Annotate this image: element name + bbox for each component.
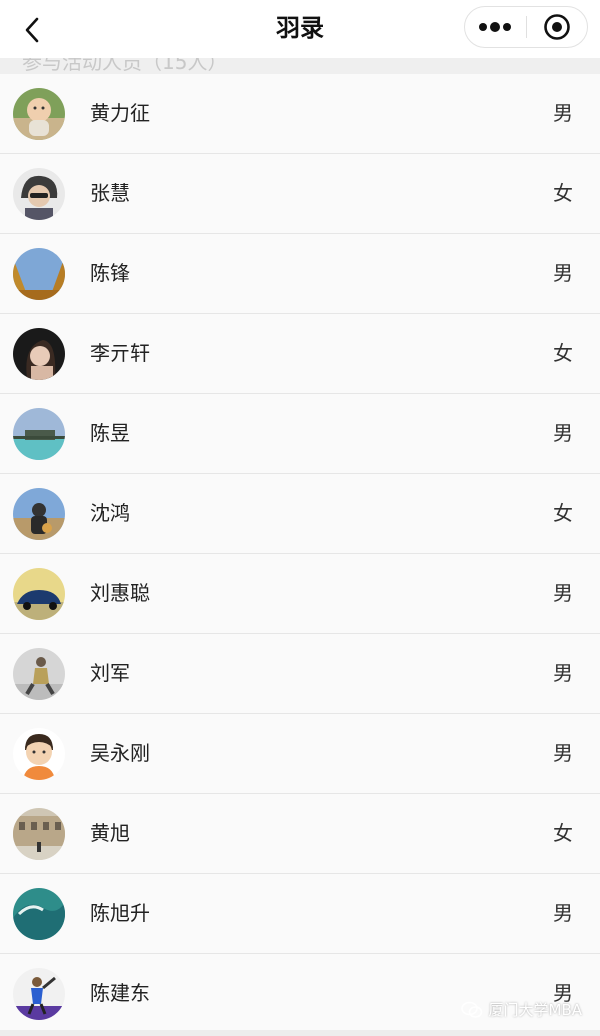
member-name: 黄力征: [90, 101, 150, 125]
watermark-text: 厦门大学MBA: [488, 1001, 583, 1019]
member-name: 陈昱: [90, 421, 130, 445]
member-name: 陈建东: [90, 981, 150, 1005]
member-name: 陈旭升: [90, 901, 150, 925]
member-list: 黄力征 男 张慧 女 陈锋 男 李亓轩 女 陈昱 男 沈鸿 女 刘惠聪 男 刘军…: [0, 74, 600, 1034]
list-item[interactable]: 沈鸿 女: [0, 474, 600, 554]
list-item[interactable]: 刘惠聪 男: [0, 554, 600, 634]
member-gender: 男: [553, 101, 573, 125]
more-dots-icon: [479, 22, 512, 32]
list-item[interactable]: 张慧 女: [0, 154, 600, 234]
member-name: 黄旭: [90, 821, 130, 845]
avatar: [13, 88, 65, 140]
navigation-bar: 羽录: [0, 0, 600, 58]
member-name: 张慧: [90, 181, 130, 205]
more-button[interactable]: [465, 7, 526, 47]
member-gender: 男: [553, 901, 573, 925]
avatar: [13, 648, 65, 700]
avatar: [13, 968, 65, 1020]
list-item[interactable]: 吴永刚 男: [0, 714, 600, 794]
member-gender: 女: [553, 181, 573, 205]
participants-header: 参与活动人员（15人）: [0, 58, 600, 74]
list-item[interactable]: 黄力征 男: [0, 74, 600, 154]
list-item[interactable]: 刘军 男: [0, 634, 600, 714]
bottom-edge: [0, 1030, 600, 1036]
avatar: [13, 248, 65, 300]
avatar: [13, 488, 65, 540]
member-gender: 女: [553, 821, 573, 845]
avatar: [13, 328, 65, 380]
member-gender: 男: [553, 581, 573, 605]
member-name: 陈锋: [90, 261, 130, 285]
member-name: 吴永刚: [90, 741, 150, 765]
mini-program-capsule: [464, 6, 588, 48]
list-item[interactable]: 李亓轩 女: [0, 314, 600, 394]
watermark: 厦门大学MBA: [460, 999, 583, 1020]
member-gender: 男: [553, 261, 573, 285]
list-item[interactable]: 黄旭 女: [0, 794, 600, 874]
member-name: 李亓轩: [90, 341, 150, 365]
list-item[interactable]: 陈建东 男: [0, 954, 600, 1034]
avatar: [13, 808, 65, 860]
avatar: [13, 728, 65, 780]
target-icon: [543, 14, 570, 40]
member-gender: 男: [553, 741, 573, 765]
member-gender: 男: [553, 661, 573, 685]
member-name: 刘惠聪: [90, 581, 150, 605]
list-item[interactable]: 陈锋 男: [0, 234, 600, 314]
member-name: 刘军: [90, 661, 130, 685]
avatar: [13, 568, 65, 620]
close-program-button[interactable]: [527, 7, 588, 47]
member-gender: 女: [553, 341, 573, 365]
avatar: [13, 408, 65, 460]
participants-header-text: 参与活动人员（15人）: [22, 58, 228, 74]
member-gender: 女: [553, 501, 573, 525]
member-gender: 男: [553, 421, 573, 445]
avatar: [13, 888, 65, 940]
list-item[interactable]: 陈昱 男: [0, 394, 600, 474]
avatar: [13, 168, 65, 220]
member-name: 沈鸿: [90, 501, 130, 525]
wechat-icon: [460, 1001, 483, 1019]
list-item[interactable]: 陈旭升 男: [0, 874, 600, 954]
